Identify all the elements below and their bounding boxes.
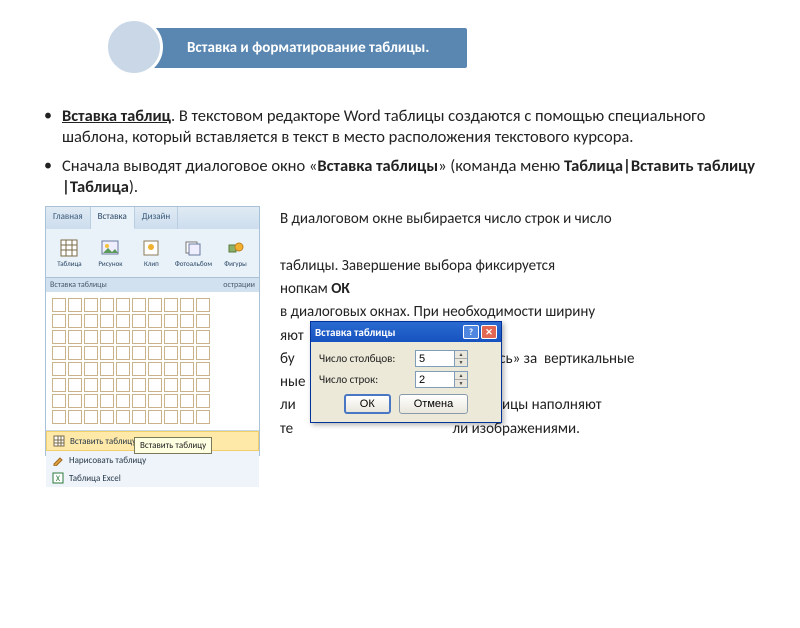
rt-l2: таблицы. Завершение выбора фиксируется <box>280 255 760 278</box>
tool-table-label: Таблица <box>57 259 81 268</box>
chevron-down-icon: ▼ <box>455 380 467 387</box>
chevron-down-icon: ▼ <box>455 359 467 366</box>
tab-design[interactable]: Дизайн <box>135 207 178 229</box>
row-rows: Число строк: ▲▼ <box>319 371 493 388</box>
ok-button[interactable]: ОК <box>344 394 391 414</box>
slide-header: Вставка и форматирование таблицы. <box>135 28 800 70</box>
tool-album-label: Фотоальбом <box>175 259 212 268</box>
rt-l3: нопкам ОК <box>280 278 760 301</box>
row-columns: Число столбцов: ▲▼ <box>319 350 493 367</box>
cancel-button[interactable]: Отмена <box>399 394 468 414</box>
bullet-2-a: Сначала выводят диалоговое окно « <box>62 156 317 176</box>
bullet-2: Сначала выводят диалоговое окно «Вставка… <box>62 156 760 198</box>
bullet-1: Вставка таблиц. В текстовом редакторе Wo… <box>62 106 760 148</box>
menu-excel-table-label: Таблица Excel <box>69 473 121 484</box>
bullet-1-lead: Вставка таблиц <box>62 106 171 126</box>
cols-input[interactable] <box>415 350 455 367</box>
bullet-2-b: » (команда меню <box>438 156 564 176</box>
rows-label: Число строк: <box>319 373 411 386</box>
cols-label: Число столбцов: <box>319 352 411 365</box>
insert-table-dialog: Вставка таблицы ? ✕ Число столбцов: ▲▼ Ч… <box>310 321 502 423</box>
cols-spinner[interactable]: ▲▼ <box>455 350 468 367</box>
excel-icon: X <box>52 472 64 484</box>
ribbon-tools: Таблица Рисунок Клип Фотоальбом Фигуры <box>46 229 259 277</box>
bullet-list: Вставка таблиц. В текстовом редакторе Wo… <box>40 106 760 198</box>
bullet-2-bold1: Вставка таблицы <box>317 156 438 176</box>
lower-section: Главная Вставка Дизайн Таблица Рисунок К… <box>40 206 760 441</box>
header-circle <box>105 18 163 76</box>
tab-insert[interactable]: Вставка <box>91 207 135 229</box>
group-right: острации <box>223 280 255 290</box>
shapes-icon <box>227 239 245 257</box>
dialog-title-text: Вставка таблицы <box>315 326 395 339</box>
tool-picture-label: Рисунок <box>98 259 122 268</box>
group-left: Вставка таблицы <box>50 280 107 290</box>
cols-field: ▲▼ <box>415 350 493 367</box>
tool-shapes-label: Фигуры <box>224 259 247 268</box>
dialog-titlebar[interactable]: Вставка таблицы ? ✕ <box>311 322 501 342</box>
dialog-title-buttons: ? ✕ <box>463 325 497 339</box>
ribbon-tabs: Главная Вставка Дизайн <box>46 207 259 229</box>
tool-picture[interactable]: Рисунок <box>91 232 130 275</box>
menu-insert-table-label: Вставить таблицу... <box>70 436 143 447</box>
rt-l1: В диалоговом окне выбирается число строк… <box>280 208 760 231</box>
tool-album[interactable]: Фотоальбом <box>173 232 214 275</box>
chevron-up-icon: ▲ <box>455 351 467 359</box>
menu-draw-table-label: Нарисовать таблицу <box>69 455 146 466</box>
table-grid[interactable] <box>46 292 259 430</box>
pencil-icon <box>52 454 64 466</box>
tab-home[interactable]: Главная <box>46 207 91 229</box>
dialog-close-button[interactable]: ✕ <box>481 325 497 339</box>
content-area: Вставка таблиц. В текстовом редакторе Wo… <box>0 70 800 441</box>
clip-icon <box>142 239 160 257</box>
album-icon <box>184 239 202 257</box>
picture-icon <box>101 239 119 257</box>
ribbon-group-label: Вставка таблицы острации <box>46 277 259 292</box>
tool-shapes[interactable]: Фигуры <box>216 232 255 275</box>
dialog-body: Число столбцов: ▲▼ Число строк: ▲▼ ОК От <box>311 342 501 422</box>
dialog-help-button[interactable]: ? <box>463 325 479 339</box>
chevron-up-icon: ▲ <box>455 372 467 380</box>
rows-spinner[interactable]: ▲▼ <box>455 371 468 388</box>
tool-table[interactable]: Таблица <box>50 232 89 275</box>
rows-field: ▲▼ <box>415 371 493 388</box>
header-title: Вставка и форматирование таблицы. <box>135 28 467 68</box>
rows-input[interactable] <box>415 371 455 388</box>
tooltip-insert-table: Вставить таблицу <box>134 437 212 454</box>
tool-clip[interactable]: Клип <box>132 232 171 275</box>
bullet-2-c: ). <box>129 177 138 197</box>
word-ribbon-screenshot: Главная Вставка Дизайн Таблица Рисунок К… <box>45 206 260 456</box>
table-icon <box>60 239 78 257</box>
menu-excel-table[interactable]: X Таблица Excel <box>46 469 259 487</box>
tool-clip-label: Клип <box>144 259 159 268</box>
insert-table-icon <box>53 435 65 447</box>
dialog-buttons: ОК Отмена <box>319 394 493 414</box>
